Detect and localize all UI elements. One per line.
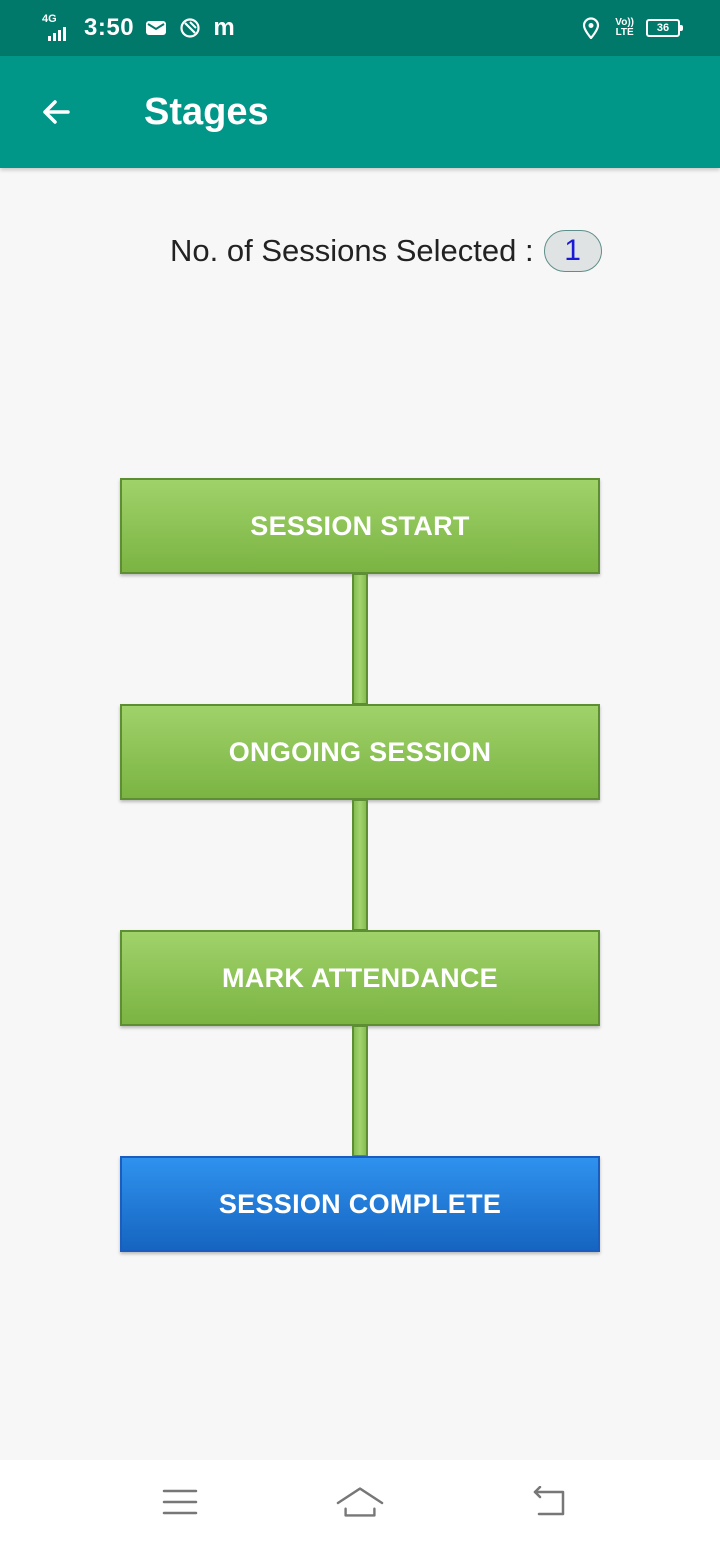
home-icon — [336, 1487, 384, 1517]
stage-connector — [352, 573, 368, 705]
ongoing-session-button[interactable]: ONGOING SESSION — [120, 704, 600, 800]
stage-connector — [352, 1025, 368, 1157]
location-icon — [579, 16, 603, 40]
session-start-button[interactable]: SESSION START — [120, 478, 600, 574]
app-shield-icon — [178, 16, 202, 40]
back-button[interactable] — [28, 84, 84, 140]
stage-connector — [352, 799, 368, 931]
status-right: Vo)) LTE 36 — [579, 0, 683, 56]
nav-home-button[interactable] — [336, 1478, 384, 1526]
sessions-selected: No. of Sessions Selected : 1 — [170, 228, 602, 274]
mail-icon — [144, 16, 168, 40]
status-left: 4G 3:50 m — [40, 0, 236, 56]
nav-menu-button[interactable] — [156, 1478, 204, 1526]
mark-attendance-button[interactable]: MARK ATTENDANCE — [120, 930, 600, 1026]
m-app-icon: m — [213, 14, 235, 41]
network-type: 4G — [42, 13, 57, 25]
volte-icon: Vo)) LTE — [615, 18, 634, 38]
session-complete-button[interactable]: SESSION COMPLETE — [120, 1156, 600, 1252]
status-time: 3:50 — [84, 14, 135, 41]
battery-level: 36 — [656, 22, 670, 34]
arrow-left-icon — [43, 100, 70, 124]
system-nav-bar — [0, 1460, 720, 1544]
page-title: Stages — [144, 91, 269, 133]
status-bar: 4G 3:50 m Vo)) LTE 36 — [0, 0, 720, 56]
back-icon — [533, 1486, 565, 1516]
sessions-count-badge: 1 — [543, 230, 602, 272]
nav-back-button[interactable] — [526, 1478, 574, 1526]
app-bar: Stages — [0, 56, 720, 168]
battery-icon: 36 — [646, 19, 683, 37]
volte-bottom: LTE — [615, 27, 634, 38]
menu-icon — [162, 1489, 198, 1515]
signal-icon: 4G — [40, 13, 74, 43]
sessions-label: No. of Sessions Selected : — [170, 233, 534, 268]
